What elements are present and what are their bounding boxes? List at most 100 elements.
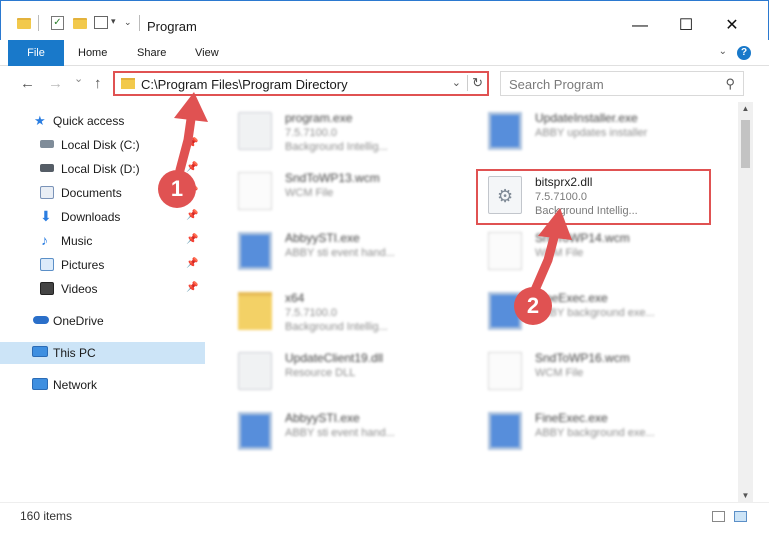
file-item-sndtowp16[interactable]: SndToWP16.wcm WCM File — [470, 344, 720, 400]
scrollbar[interactable]: ▲ ▼ — [738, 102, 753, 502]
quick-access-dropdown-icon[interactable]: ⌄ — [124, 17, 132, 28]
music-icon: ♪ — [41, 232, 48, 248]
file-item-updateclient19[interactable]: UpdateClient19.dll Resource DLL — [220, 344, 470, 400]
file-item-fineexec[interactable]: FineExec.exe ABBY background exe... — [470, 284, 720, 340]
address-path[interactable]: C:\Program Files\Program Directory — [141, 77, 348, 92]
file-type: WCM File — [285, 187, 334, 199]
chevron-down-icon[interactable]: ⌄ — [452, 76, 461, 89]
chevron-down-icon[interactable]: ▾ — [111, 16, 116, 27]
file-item-sndtowp14[interactable]: SndToWP14.wcm WCM File — [470, 224, 720, 280]
computer-icon — [32, 346, 48, 357]
forward-arrow-icon[interactable]: → — [48, 75, 63, 92]
drive-icon — [40, 164, 54, 172]
file-item-abbyysti-2[interactable]: AbbyySTI.exe ABBY sti event hand... — [220, 404, 470, 460]
file-name: x64 — [285, 291, 305, 305]
scroll-down-icon[interactable]: ▼ — [738, 491, 753, 500]
file-name: program.exe — [285, 111, 353, 125]
sidebar-item-label: Documents — [61, 186, 122, 200]
search-icon[interactable]: ⚲ — [725, 76, 735, 92]
file-version: 7.5.7100.0 — [285, 127, 337, 139]
tab-home[interactable]: Home — [78, 40, 107, 66]
search-input[interactable]: Search Program ⚲ — [500, 71, 744, 96]
sidebar-item-videos[interactable]: Videos 📌 — [0, 278, 205, 300]
file-description: ABBY sti event hand... — [285, 247, 395, 259]
refresh-icon[interactable]: ↻ — [467, 75, 483, 91]
sidebar-item-music[interactable]: ♪ Music 📌 — [0, 230, 205, 252]
file-list: program.exe 7.5.7100.0 Background Intell… — [210, 102, 738, 502]
search-placeholder: Search Program — [509, 77, 604, 92]
sidebar-item-label: Music — [61, 234, 93, 248]
exe-icon — [238, 112, 272, 150]
file-name: AbbyySTI.exe — [285, 411, 360, 425]
sidebar-item-quick-access[interactable]: ★ Quick access — [0, 110, 205, 132]
sidebar-item-network[interactable]: Network — [0, 374, 205, 396]
tab-view[interactable]: View — [195, 40, 219, 66]
back-arrow-icon[interactable]: ← — [20, 75, 35, 92]
sidebar-item-local-disk-c[interactable]: Local Disk (C:) 📌 — [0, 134, 205, 156]
customize-toolbar-icon[interactable] — [94, 16, 108, 29]
scroll-thumb[interactable] — [741, 120, 750, 168]
sidebar-item-label: Videos — [61, 282, 98, 296]
scroll-up-icon[interactable]: ▲ — [738, 104, 753, 113]
sidebar-item-label: Downloads — [61, 210, 121, 224]
network-icon — [32, 378, 48, 390]
file-item-x64[interactable]: x64 7.5.7100.0 Background Intellig... — [220, 284, 470, 340]
file-description: ABBY sti event hand... — [285, 427, 395, 439]
file-item-abbyysti[interactable]: AbbyySTI.exe ABBY sti event hand... — [220, 224, 470, 280]
sidebar-item-label: Pictures — [61, 258, 105, 272]
file-name: SndToWP16.wcm — [535, 351, 630, 365]
recent-locations-icon[interactable]: ⌄ — [74, 72, 83, 85]
file-item-program-exe[interactable]: program.exe 7.5.7100.0 Background Intell… — [220, 104, 470, 160]
maximize-button[interactable]: ☐ — [671, 13, 701, 39]
chevron-down-icon[interactable]: ⌄ — [719, 46, 727, 57]
file-version: 7.5.7100.0 — [285, 307, 337, 319]
documents-icon — [40, 186, 54, 199]
star-icon: ★ — [34, 113, 46, 128]
pin-icon: 📌 — [186, 258, 199, 269]
file-name: SndToWP13.wcm — [285, 171, 380, 185]
videos-icon — [40, 282, 54, 295]
details-view-icon[interactable] — [712, 511, 725, 522]
sidebar-item-downloads[interactable]: ⬇ Downloads 📌 — [0, 206, 205, 228]
file-description: Background Intellig... — [285, 141, 388, 153]
file-name: SndToWP14.wcm — [535, 231, 630, 245]
folder-icon — [121, 78, 135, 89]
tab-file[interactable]: File — [8, 40, 64, 66]
pin-icon: 📌 — [186, 282, 199, 293]
help-icon[interactable]: ? — [737, 46, 751, 60]
close-button[interactable]: ✕ — [717, 13, 747, 39]
minimize-button[interactable]: — — [625, 13, 655, 39]
pin-icon: 📌 — [186, 234, 199, 245]
properties-checkmark-icon[interactable]: ✓ — [51, 16, 64, 30]
tab-share[interactable]: Share — [137, 40, 166, 66]
divider — [38, 15, 39, 31]
drive-icon — [40, 140, 54, 148]
address-bar[interactable]: C:\Program Files\Program Directory ⌄ ↻ — [113, 71, 489, 96]
sidebar-item-label: Local Disk (D:) — [61, 162, 140, 176]
file-name: UpdateInstaller.exe — [535, 111, 638, 125]
download-icon: ⬇ — [40, 208, 52, 224]
file-item-updateinstaller[interactable]: UpdateInstaller.exe ABBY updates install… — [470, 104, 720, 160]
pin-icon: 📌 — [186, 162, 199, 173]
sidebar-item-label: Quick access — [53, 114, 125, 128]
sidebar-item-label: OneDrive — [53, 314, 104, 328]
pin-icon: 📌 — [186, 210, 199, 221]
highlight-box — [476, 169, 711, 225]
sidebar-item-pictures[interactable]: Pictures 📌 — [0, 254, 205, 276]
tiles-view-icon[interactable] — [734, 511, 747, 522]
file-item-fineexec-2[interactable]: FineExec.exe ABBY background exe... — [470, 404, 720, 460]
file-item-sndtowp13[interactable]: SndToWP13.wcm WCM File — [220, 164, 470, 220]
sidebar-item-label: Local Disk (C:) — [61, 138, 140, 152]
new-folder-icon[interactable] — [73, 18, 87, 29]
file-type: WCM File — [535, 247, 584, 259]
window-title: Program — [147, 19, 197, 34]
sidebar-item-this-pc[interactable]: This PC — [0, 342, 205, 364]
cloud-icon — [33, 316, 49, 324]
file-description: ABBY updates installer — [535, 127, 648, 139]
navigation-pane: ★ Quick access Local Disk (C:) 📌 Local D… — [0, 102, 205, 502]
file-description: Background Intellig... — [285, 321, 388, 333]
navigation-bar: ← → ⌄ ↑ C:\Program Files\Program Directo… — [0, 66, 769, 102]
file-name: AbbyySTI.exe — [285, 231, 360, 245]
up-arrow-icon[interactable]: ↑ — [94, 75, 102, 92]
sidebar-item-onedrive[interactable]: OneDrive — [0, 310, 205, 332]
